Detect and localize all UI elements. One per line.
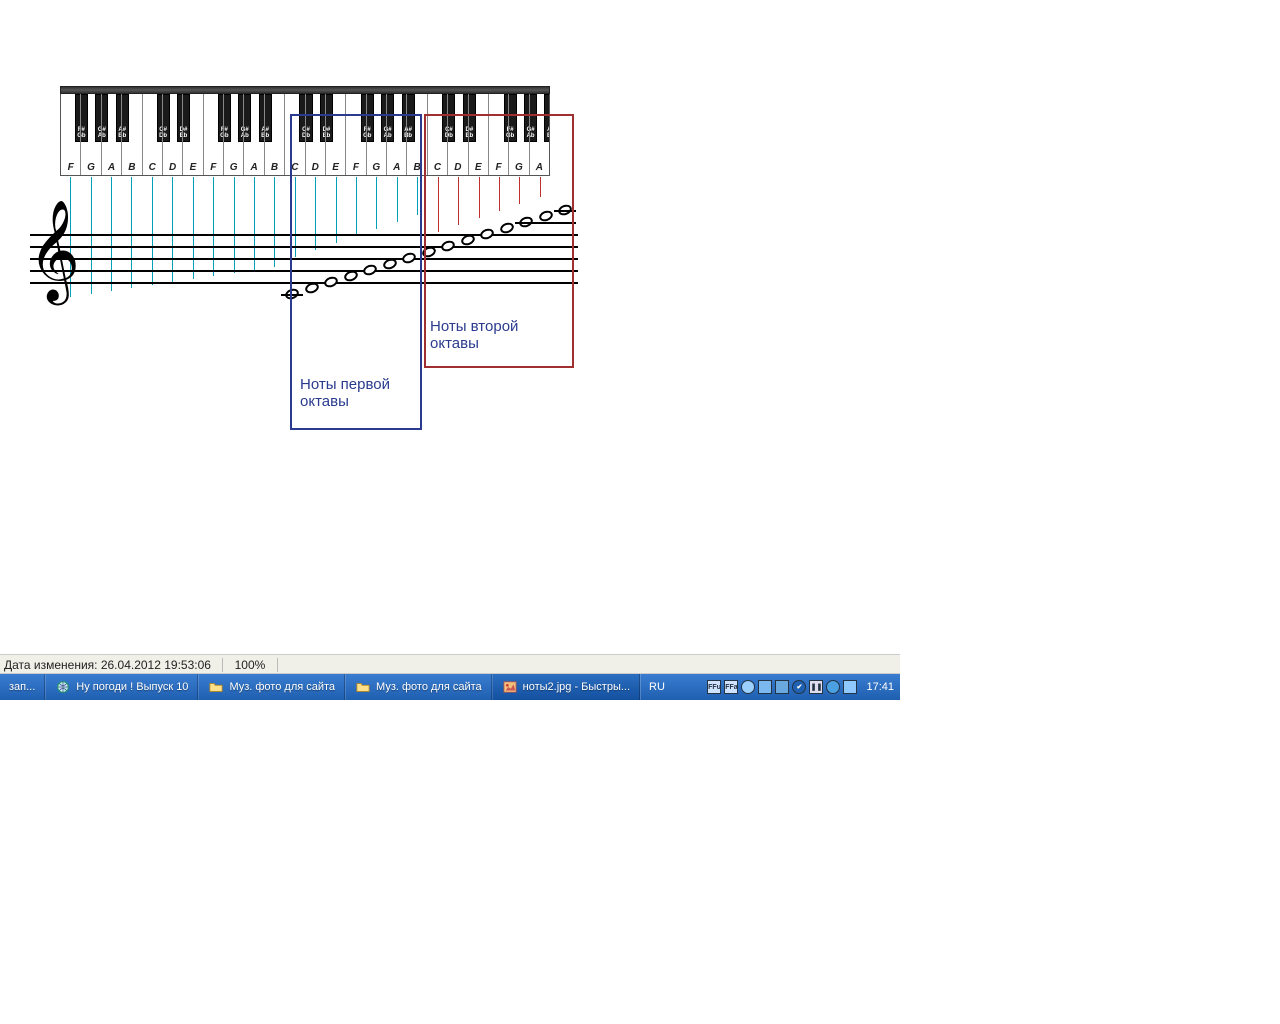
status-modified-date: Дата изменения: 26.04.2012 19:53:06 (4, 658, 211, 672)
taskbar-item-3[interactable]: Муз. фото для сайта (345, 674, 492, 700)
folder-icon (355, 680, 371, 694)
tray-icon[interactable] (758, 680, 772, 694)
status-zoom: 100% (235, 658, 266, 672)
taskbar-item-label: Муз. фото для сайта (376, 681, 482, 693)
taskbar-item-2[interactable]: Муз. фото для сайта (198, 674, 345, 700)
white-key: F (61, 94, 81, 175)
white-key: E (183, 94, 203, 175)
white-key-label: D (169, 162, 176, 175)
taskbar-clock[interactable]: 17:41 (860, 681, 894, 693)
tray-icon[interactable] (741, 680, 755, 694)
taskbar-item-label: Муз. фото для сайта (229, 681, 335, 693)
white-key: C (143, 94, 163, 175)
white-key-label: C (149, 162, 156, 175)
white-key-label: A (108, 162, 115, 175)
tray-icon[interactable] (775, 680, 789, 694)
white-key-label: A (250, 162, 257, 175)
tray-icon[interactable]: FFa (724, 680, 738, 694)
second-octave-label: Ноты второй октавы (430, 318, 560, 352)
tray-icon[interactable] (843, 680, 857, 694)
taskbar-item-label: зап... (9, 681, 35, 693)
taskbar-item-label: Ну погоди ! Выпуск 10 (76, 681, 188, 693)
globe-icon (55, 680, 71, 694)
taskbar: зап... Ну погоди ! Выпуск 10 Муз. фото д… (0, 674, 900, 700)
taskbar-item-label: ноты2.jpg - Быстры... (523, 681, 630, 693)
language-indicator[interactable]: RU (640, 674, 673, 700)
white-key-label: F (210, 162, 216, 175)
taskbar-item-4[interactable]: ноты2.jpg - Быстры... (492, 674, 640, 700)
white-key-label: G (230, 162, 238, 175)
image-icon (502, 680, 518, 694)
first-octave-label: Ноты первой октавы (300, 376, 410, 410)
taskbar-item-0[interactable]: зап... (0, 674, 45, 700)
white-key: D (163, 94, 183, 175)
white-key-label: F (68, 162, 74, 175)
tray-icon[interactable]: ❚❚ (809, 680, 823, 694)
white-key-label: E (190, 162, 197, 175)
white-key: B (265, 94, 285, 175)
white-key: B (122, 94, 142, 175)
folder-icon (208, 680, 224, 694)
taskbar-item-1[interactable]: Ну погоди ! Выпуск 10 (45, 674, 198, 700)
white-key: G (81, 94, 101, 175)
white-key: G (224, 94, 244, 175)
white-key-label: B (128, 162, 135, 175)
tray-icon[interactable] (826, 680, 840, 694)
system-tray: FFu FFa ✔ ❚❚ 17:41 (701, 674, 900, 700)
status-bar: Дата изменения: 26.04.2012 19:53:06 100% (0, 654, 900, 674)
tray-icon[interactable]: FFu (707, 680, 721, 694)
white-key: A (244, 94, 264, 175)
white-key: A (102, 94, 122, 175)
white-key: F (204, 94, 224, 175)
white-key-label: B (271, 162, 278, 175)
tray-icon[interactable]: ✔ (792, 680, 806, 694)
white-key-label: G (87, 162, 95, 175)
